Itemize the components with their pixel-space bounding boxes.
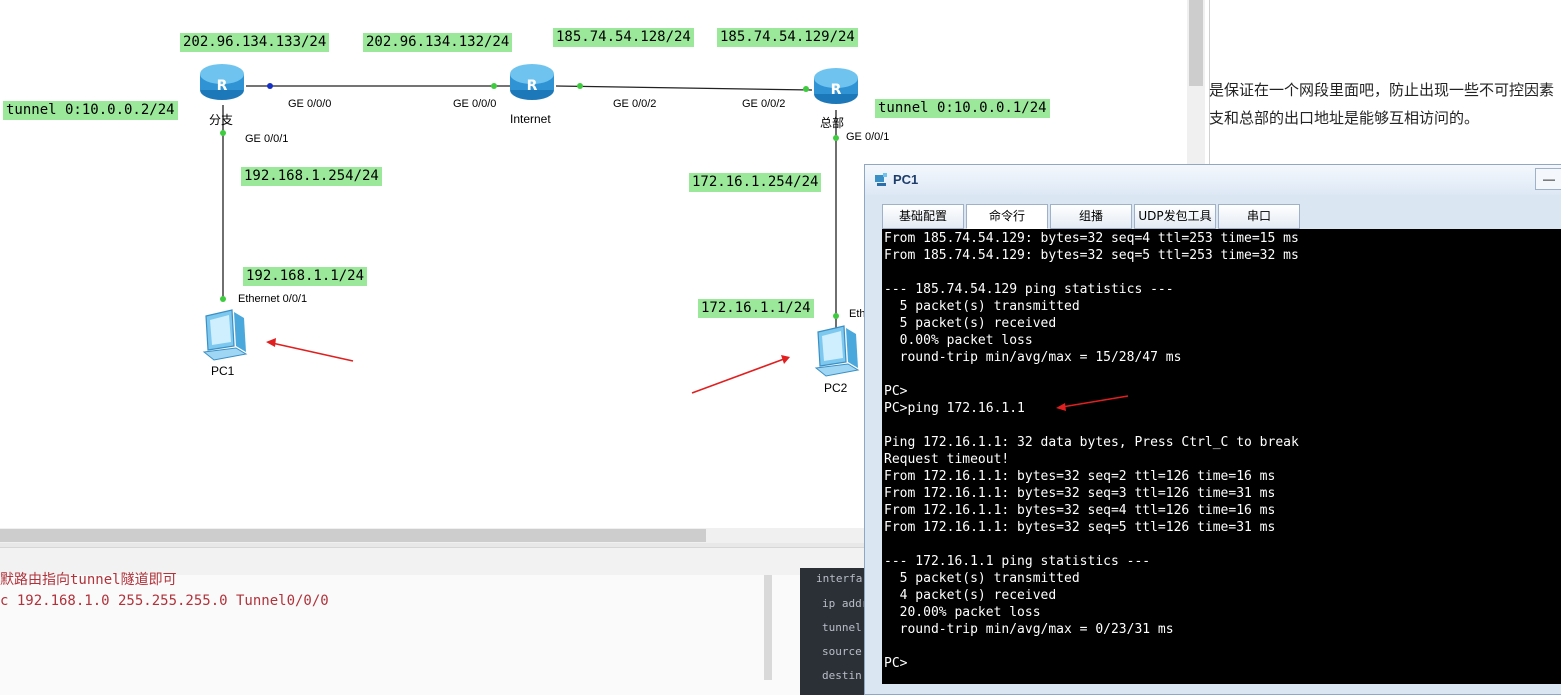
terminal-line: 0.00% packet loss	[884, 333, 1033, 348]
canvas-vscrollbar[interactable]	[1187, 0, 1205, 164]
port-label: Ethernet 0/0/1	[238, 293, 308, 305]
dark-code-line: source	[822, 645, 862, 658]
tab-udp-tool[interactable]: UDP发包工具	[1134, 204, 1216, 229]
ip-label: 192.168.1.1/24	[243, 267, 368, 286]
terminal-line: Ping 172.16.1.1: 32 data bytes, Press Ct…	[884, 435, 1299, 450]
device-label-internet: Internet	[510, 112, 551, 126]
terminal-line: 5 packet(s) transmitted	[884, 299, 1080, 314]
port-dot	[833, 135, 839, 141]
device-label-branch: 分支	[209, 113, 234, 127]
terminal-line: round-trip min/avg/max = 0/23/31 ms	[884, 622, 1174, 637]
dark-code-line: ip addr	[822, 597, 869, 610]
app-icon	[875, 173, 887, 186]
svg-text:R: R	[831, 82, 842, 98]
tab-basic-config[interactable]: 基础配置	[882, 204, 964, 229]
port-label: GE 0/0/0	[288, 98, 332, 110]
ip-label: 185.74.54.129/24	[717, 28, 858, 47]
router-icon[interactable]: R	[812, 64, 860, 108]
port-label: GE 0/0/2	[742, 98, 786, 110]
code-pane: 默路由指向tunnel隧道即可 c 192.168.1.0 255.255.25…	[0, 572, 800, 695]
port-dot	[803, 86, 809, 92]
terminal-line: round-trip min/avg/max = 15/28/47 ms	[884, 350, 1182, 365]
terminal-line: --- 172.16.1.1 ping statistics ---	[884, 554, 1151, 569]
terminal-output: From 185.74.54.129: bytes=32 seq=4 ttl=2…	[884, 230, 1299, 672]
ip-label: 192.168.1.254/24	[241, 167, 382, 186]
annotation-arrow	[1056, 395, 1129, 411]
port-label: GE 0/0/2	[613, 98, 657, 110]
code-line: c 192.168.1.0 255.255.255.0 Tunnel0/0/0	[0, 593, 329, 609]
port-dot	[220, 296, 226, 302]
device-label-pc2: PC2	[824, 381, 848, 395]
port-label: GE 0/0/1	[846, 131, 890, 143]
ip-label: 172.16.1.254/24	[689, 173, 822, 192]
terminal-line: From 172.16.1.1: bytes=32 seq=4 ttl=126 …	[884, 503, 1276, 518]
terminal-line: 5 packet(s) received	[884, 316, 1057, 331]
pc-icon[interactable]	[196, 306, 252, 362]
port-dot	[220, 130, 226, 136]
code-line: 默路由指向tunnel隧道即可	[0, 572, 177, 588]
window-titlebar[interactable]: PC1 —	[865, 165, 1561, 195]
terminal-line: From 172.16.1.1: bytes=32 seq=3 ttl=126 …	[884, 486, 1276, 501]
scrollbar-thumb[interactable]	[1189, 0, 1203, 86]
tab-command-line[interactable]: 命令行	[966, 204, 1048, 229]
dark-code-pane: interfa ip addr tunnel source destin	[800, 568, 870, 695]
port-label: GE 0/0/1	[245, 133, 289, 145]
tab-multicast[interactable]: 组播	[1050, 204, 1132, 229]
ip-label: 172.16.1.1/24	[698, 299, 814, 318]
port-label: GE 0/0/0	[453, 98, 497, 110]
device-label-pc1: PC1	[211, 364, 235, 378]
terminal[interactable]: From 185.74.54.129: bytes=32 seq=4 ttl=2…	[882, 229, 1561, 684]
svg-text:R: R	[217, 78, 228, 94]
router-icon[interactable]: R	[508, 60, 556, 104]
dark-code-line: destin	[822, 669, 862, 682]
doc-text-line: 是保证在一个网段里面吧，防止出现一些不可控因素	[1209, 81, 1555, 99]
ip-label: 185.74.54.128/24	[553, 28, 694, 47]
ip-label: tunnel 0:10.0.0.2/24	[3, 101, 178, 120]
dark-code-line: tunnel	[822, 621, 862, 634]
scrollbar-thumb[interactable]	[0, 529, 706, 542]
terminal-line: Request timeout!	[884, 452, 1010, 467]
router-icon[interactable]: R	[198, 60, 246, 104]
terminal-line: From 172.16.1.1: bytes=32 seq=2 ttl=126 …	[884, 469, 1276, 484]
device-label-hq: 总部	[820, 116, 845, 130]
terminal-line: 4 packet(s) received	[884, 588, 1057, 603]
terminal-line: 20.00% packet loss	[884, 605, 1041, 620]
code-pane-scrollbar[interactable]	[764, 575, 772, 680]
ip-label: 202.96.134.132/24	[363, 33, 513, 52]
annotation-arrows	[266, 338, 790, 394]
pc-icon[interactable]	[808, 322, 864, 378]
ip-label: tunnel 0:10.0.0.1/24	[875, 99, 1050, 118]
tab-serial[interactable]: 串口	[1218, 204, 1300, 229]
terminal-line: From 172.16.1.1: bytes=32 seq=5 ttl=126 …	[884, 520, 1276, 535]
canvas-hscrollbar[interactable]	[0, 528, 864, 543]
terminal-line: PC>	[884, 656, 908, 671]
ip-label: 202.96.134.133/24	[180, 33, 330, 52]
port-dot	[577, 83, 583, 89]
terminal-line: 5 packet(s) transmitted	[884, 571, 1080, 586]
pc1-window: PC1 — 基础配置 命令行 组播 UDP发包工具 串口 From 185.74…	[864, 164, 1561, 695]
doc-text-line: 支和总部的出口地址是能够互相访问的。	[1209, 109, 1480, 127]
terminal-line: From 185.74.54.129: bytes=32 seq=5 ttl=2…	[884, 248, 1299, 263]
terminal-line: --- 185.74.54.129 ping statistics ---	[884, 282, 1174, 297]
window-title: PC1	[893, 172, 919, 187]
port-dot	[833, 313, 839, 319]
port-dot	[267, 83, 273, 89]
svg-text:R: R	[527, 78, 538, 94]
minimize-button[interactable]: —	[1535, 168, 1561, 190]
terminal-line: From 185.74.54.129: bytes=32 seq=4 ttl=2…	[884, 231, 1299, 246]
port-dot	[491, 83, 497, 89]
dark-code-line: interfa	[816, 572, 863, 585]
